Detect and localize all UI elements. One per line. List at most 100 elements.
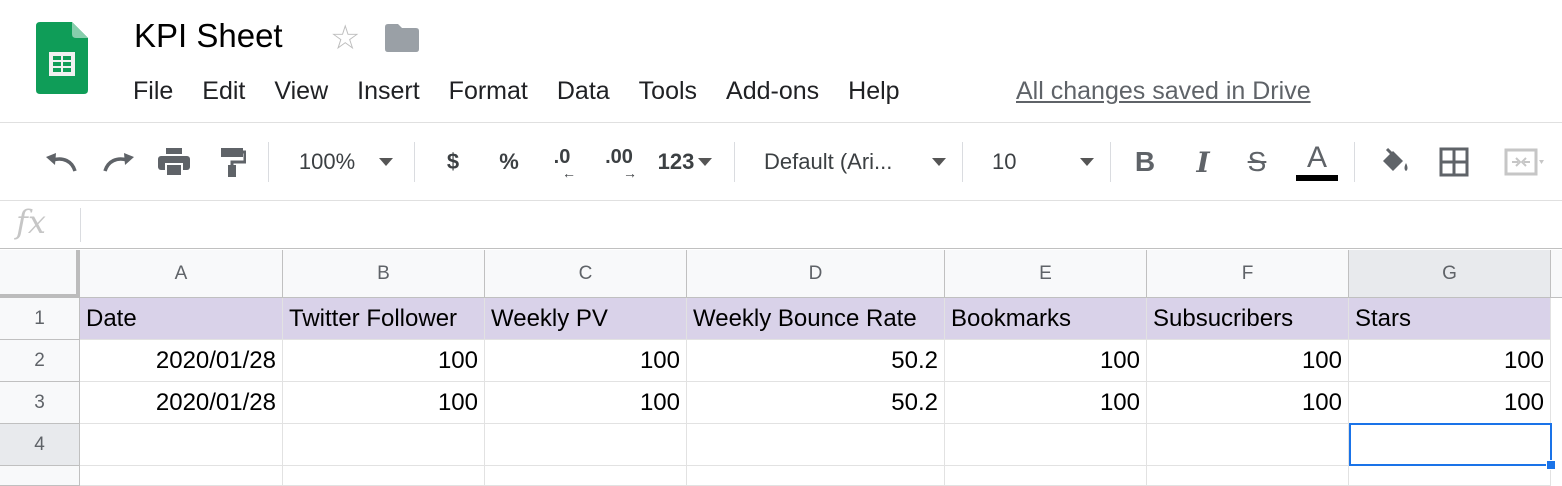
cell-e2[interactable]: 100	[945, 340, 1147, 382]
cell-d2[interactable]: 50.2	[687, 340, 945, 382]
percent-format-button[interactable]: %	[494, 140, 524, 184]
formula-separator	[80, 208, 81, 242]
cell-f1[interactable]: Subsucribers	[1147, 298, 1349, 340]
cell-c4[interactable]	[485, 424, 687, 466]
cell-e1[interactable]: Bookmarks	[945, 298, 1147, 340]
menu-view[interactable]: View	[274, 74, 328, 108]
column-header-d[interactable]: D	[687, 250, 945, 298]
fill-handle[interactable]	[1546, 460, 1556, 470]
folder-icon[interactable]	[385, 24, 419, 52]
decrease-decimal-button[interactable]: .0 ←	[542, 140, 582, 184]
save-status-link[interactable]: All changes saved in Drive	[1016, 74, 1311, 108]
merge-cells-button[interactable]	[1494, 140, 1554, 184]
strikethrough-button[interactable]: S	[1240, 140, 1274, 184]
print-button[interactable]	[154, 140, 194, 184]
cell-f5[interactable]	[1147, 466, 1349, 486]
cell-c3[interactable]: 100	[485, 382, 687, 424]
cell-a5[interactable]	[80, 466, 283, 486]
document-title[interactable]: KPI Sheet	[134, 14, 283, 58]
zoom-value: 100%	[298, 149, 356, 174]
fill-color-button[interactable]	[1374, 140, 1414, 184]
font-size-select[interactable]: 10	[992, 140, 1094, 184]
column-header-b[interactable]: B	[283, 250, 485, 298]
cell-c5[interactable]	[485, 466, 687, 486]
column-header-f[interactable]: F	[1147, 250, 1349, 298]
formula-input[interactable]	[90, 208, 1550, 242]
menu-insert[interactable]: Insert	[357, 74, 420, 108]
undo-icon	[46, 153, 77, 172]
menu-format[interactable]: Format	[449, 74, 528, 108]
column-header-g[interactable]: G	[1349, 250, 1551, 298]
column-header-c[interactable]: C	[485, 250, 687, 298]
text-color-swatch	[1296, 175, 1338, 181]
font-family-select[interactable]: Default (Ari...	[764, 140, 946, 184]
toolbar-separator	[1354, 142, 1355, 182]
cell-f4[interactable]	[1147, 424, 1349, 466]
cell-e3[interactable]: 100	[945, 382, 1147, 424]
menu-data[interactable]: Data	[557, 74, 610, 108]
row-header-5	[0, 466, 80, 486]
row-header-2[interactable]: 2	[0, 340, 80, 382]
toolbar-separator	[268, 142, 269, 182]
cell-f2[interactable]: 100	[1147, 340, 1349, 382]
cell-b2[interactable]: 100	[283, 340, 485, 382]
menu-file[interactable]: File	[133, 74, 173, 108]
cell-b3[interactable]: 100	[283, 382, 485, 424]
row-header-3[interactable]: 3	[0, 382, 80, 424]
zoom-select[interactable]: 100%	[288, 140, 404, 184]
currency-format-button[interactable]: $	[438, 140, 468, 184]
cell-d5[interactable]	[687, 466, 945, 486]
cell-a4[interactable]	[80, 424, 283, 466]
column-header-e[interactable]: E	[945, 250, 1147, 298]
borders-button[interactable]	[1434, 140, 1474, 184]
cell-g1[interactable]: Stars	[1349, 298, 1551, 340]
column-header-a[interactable]: A	[80, 250, 283, 298]
cell-g5[interactable]	[1349, 466, 1551, 486]
paint-format-button[interactable]	[212, 140, 252, 184]
undo-button[interactable]	[42, 140, 82, 184]
cell-d1[interactable]: Weekly Bounce Rate	[687, 298, 945, 340]
cell-b4[interactable]	[283, 424, 485, 466]
chevron-down-icon	[698, 158, 713, 166]
text-color-button[interactable]: A	[1294, 140, 1340, 184]
row-header-4[interactable]: 4	[0, 424, 80, 466]
cell-e4[interactable]	[945, 424, 1147, 466]
font-size-value: 10	[992, 149, 1017, 174]
select-all-corner[interactable]	[0, 250, 80, 298]
menu-bar: File Edit View Insert Format Data Tools …	[133, 74, 929, 108]
italic-button[interactable]: I	[1186, 140, 1220, 184]
sheets-logo[interactable]	[36, 22, 88, 94]
cell-f3[interactable]: 100	[1147, 382, 1349, 424]
fx-icon: fx	[16, 203, 46, 241]
star-icon[interactable]: ☆	[330, 20, 360, 56]
menu-help[interactable]: Help	[848, 74, 899, 108]
toolbar-separator	[962, 142, 963, 182]
cell-b5[interactable]	[283, 466, 485, 486]
cell-a1[interactable]: Date	[80, 298, 283, 340]
cell-b1[interactable]: Twitter Follower	[283, 298, 485, 340]
toolbar-separator	[734, 142, 735, 182]
cell-a3[interactable]: 2020/01/28	[80, 382, 283, 424]
cell-c1[interactable]: Weekly PV	[485, 298, 687, 340]
cell-g3[interactable]: 100	[1349, 382, 1551, 424]
cell-d3[interactable]: 50.2	[687, 382, 945, 424]
bold-button[interactable]: B	[1128, 140, 1162, 184]
toolbar-divider	[0, 200, 1562, 201]
menu-tools[interactable]: Tools	[639, 74, 697, 108]
cell-c2[interactable]: 100	[485, 340, 687, 382]
cell-e5[interactable]	[945, 466, 1147, 486]
cell-g2[interactable]: 100	[1349, 340, 1551, 382]
print-icon	[158, 148, 190, 177]
row-header-1[interactable]: 1	[0, 298, 80, 340]
cell-a2[interactable]: 2020/01/28	[80, 340, 283, 382]
redo-button[interactable]	[98, 140, 138, 184]
increase-decimal-button[interactable]: .00 →	[598, 140, 640, 184]
arrow-right-icon: →	[623, 165, 637, 181]
cell-d4[interactable]	[687, 424, 945, 466]
header-divider	[0, 122, 1562, 123]
menu-add-ons[interactable]: Add-ons	[726, 74, 819, 108]
more-formats-select[interactable]: 123	[652, 140, 718, 184]
redo-icon	[103, 153, 134, 172]
cell-selection-box	[1349, 423, 1552, 466]
menu-edit[interactable]: Edit	[202, 74, 245, 108]
